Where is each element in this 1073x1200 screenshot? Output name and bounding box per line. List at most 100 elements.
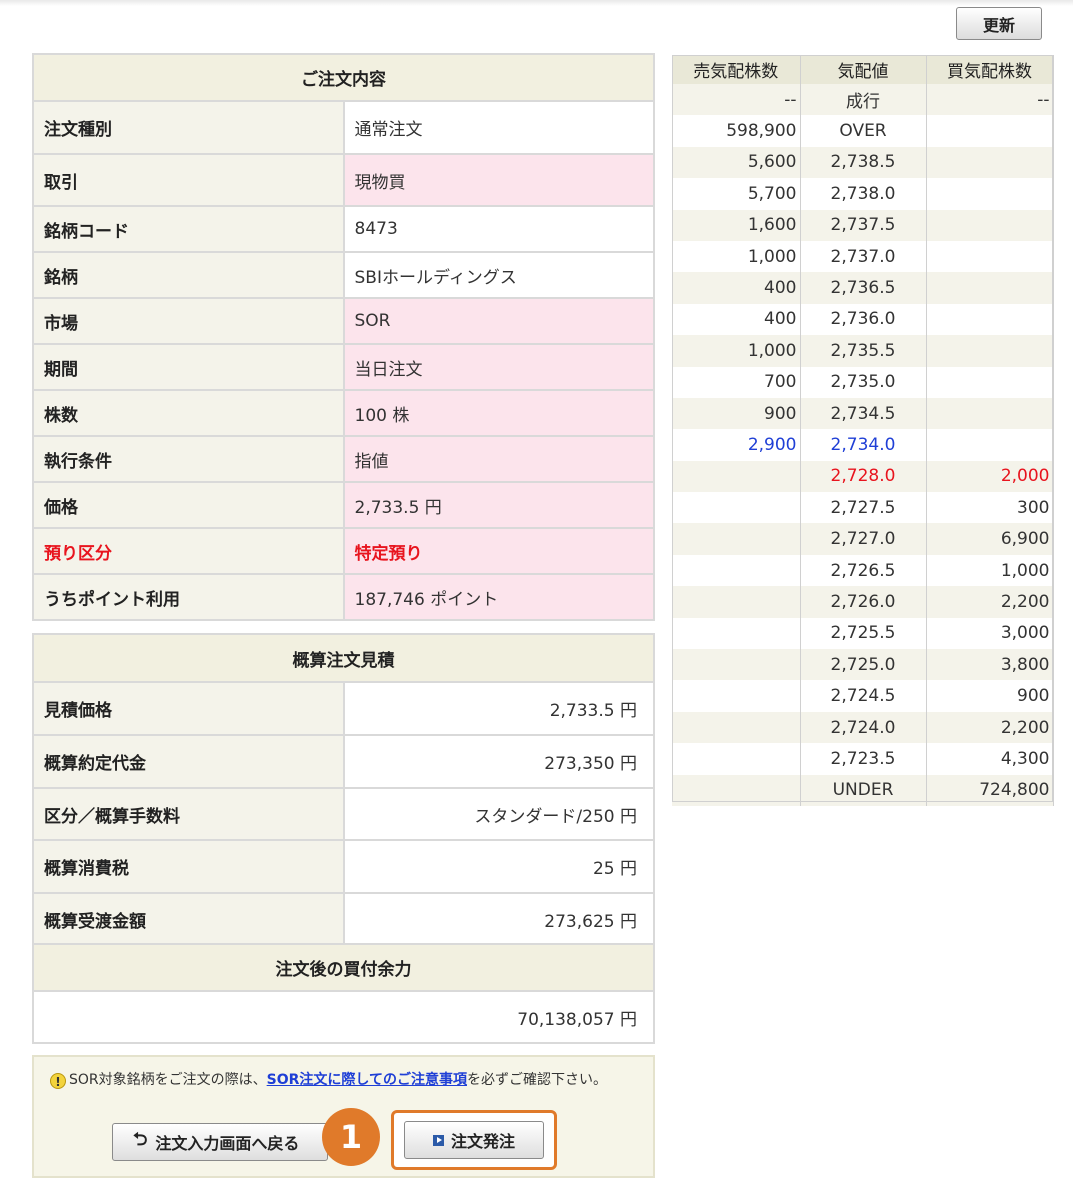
order-book-row: 2,725.5 3,000 (672, 617, 1054, 650)
price-cell: 2,724.5 (800, 680, 927, 712)
buy-qty-cell (926, 366, 1054, 398)
price-cell: 2,736.5 (800, 272, 927, 304)
order-book-table: 売気配株数 気配値 買気配株数 -- 成行 -- 598,900 OVER 5,600 2,… (672, 55, 1054, 806)
buy-qty-cell: 4,300 (926, 743, 1054, 775)
order-value: 8473 (342, 205, 655, 253)
back-button-label: 注文入力画面へ戻る (155, 1134, 300, 1153)
order-label: 株数 (32, 389, 345, 437)
order-book-row: 2,726.0 2,200 (672, 586, 1054, 618)
order-value: SOR (342, 297, 655, 345)
order-label: 銘柄コード (32, 205, 345, 253)
price-cell: 2,727.0 (800, 523, 927, 555)
order-book-row: 2,727.5 300 (672, 492, 1054, 524)
buy-qty-cell: -- (926, 84, 1054, 116)
sell-qty-cell (672, 523, 801, 555)
order-value: 2,733.5 円 (342, 481, 655, 529)
play-icon (432, 1134, 444, 1146)
order-value: 特定預り (342, 527, 655, 575)
estimate-label: 区分／概算手数料 (32, 787, 345, 841)
price-cell: 2,735.5 (800, 335, 927, 367)
estimate-label: 概算受渡金額 (32, 892, 345, 946)
estimate-value: スタンダード/250 円 (342, 787, 655, 841)
order-label: 期間 (32, 343, 345, 391)
price-cell: 2,724.0 (800, 711, 927, 744)
order-book-row: 700 2,735.0 (672, 366, 1054, 398)
sell-qty-cell (672, 586, 801, 618)
buy-qty-cell (926, 335, 1054, 367)
sell-qty-cell: 700 (672, 366, 801, 398)
order-book-row: 5,600 2,738.5 (672, 146, 1054, 179)
order-value: 187,746 ポイント (342, 573, 655, 621)
order-book-row: 1,000 2,737.0 (672, 240, 1054, 273)
price-cell: 2,726.0 (800, 586, 927, 618)
buy-qty-cell: 300 (926, 492, 1054, 524)
order-label: 取引 (32, 153, 345, 207)
buy-qty-cell (926, 303, 1054, 336)
sell-qty-cell: 598,900 (672, 115, 801, 147)
buy-qty-cell (926, 429, 1054, 461)
sell-qty-cell: 400 (672, 272, 801, 304)
buy-qty-cell: 2,200 (926, 586, 1054, 618)
sell-qty-cell: 2,900 (672, 429, 801, 461)
order-book-row: 400 2,736.5 (672, 272, 1054, 304)
buy-qty-cell: 2,000 (926, 460, 1054, 493)
order-book-row: 900 2,734.5 (672, 397, 1054, 430)
buy-qty-cell (926, 209, 1054, 241)
order-book-row: 2,724.0 2,200 (672, 711, 1054, 744)
return-arrow-icon: ⮌ (133, 1129, 148, 1150)
price-cell: UNDER (800, 774, 927, 806)
step-number-badge: 1 (322, 1108, 380, 1166)
buying-power-value: 70,138,057 円 (32, 990, 655, 1044)
price-cell: 2,728.0 (800, 460, 927, 493)
order-label: 注文種別 (32, 100, 345, 155)
buy-qty-cell: 3,000 (926, 617, 1054, 650)
buy-qty-cell: 724,800 (926, 774, 1054, 806)
buy-qty-cell (926, 146, 1054, 179)
buy-qty-cell: 3,800 (926, 649, 1054, 681)
sell-qty-cell (672, 460, 801, 493)
order-book-row: 2,728.0 2,000 (672, 460, 1054, 493)
sell-qty-cell (672, 711, 801, 744)
order-book-row: 400 2,736.0 (672, 303, 1054, 336)
price-cell: 成行 (800, 84, 927, 116)
place-order-button[interactable]: 注文発注 (404, 1121, 544, 1159)
sell-qty-cell (672, 617, 801, 650)
order-value: SBIホールディングス (342, 251, 655, 299)
top-shadow (0, 0, 1073, 6)
estimate-label: 概算約定代金 (32, 734, 345, 789)
sell-qty-header: 売気配株数 (672, 55, 801, 84)
notice-prefix: SOR対象銘柄をご注文の際は、 (69, 1072, 267, 1088)
order-label: 預り区分 (32, 527, 345, 575)
buy-qty-cell: 6,900 (926, 523, 1054, 555)
estimate-label: 見積価格 (32, 681, 345, 736)
order-details-title: ご注文内容 (32, 53, 655, 102)
warning-icon: ! (50, 1073, 66, 1089)
price-cell: 2,726.5 (800, 554, 927, 587)
order-book-row: 1,000 2,735.5 (672, 335, 1054, 367)
order-book-row: -- 成行 -- (672, 84, 1054, 116)
order-details-table: ご注文内容 注文種別 通常注文 取引 現物買 銘柄コード 8473 銘柄 SBIホールデ… (32, 53, 655, 621)
order-book-row: 598,900 OVER (672, 115, 1054, 147)
sell-qty-cell: -- (672, 84, 801, 116)
buying-power-table: 注文後の買付余力 70,138,057 円 (32, 943, 655, 1044)
sor-notice-link[interactable]: SOR注文に際してのご注意事項 (267, 1072, 467, 1088)
sell-qty-cell (672, 680, 801, 712)
buy-qty-cell (926, 115, 1054, 147)
back-to-order-entry-button[interactable]: ⮌ 注文入力画面へ戻る (112, 1123, 328, 1161)
price-cell: 2,735.0 (800, 366, 927, 398)
buy-qty-header: 買気配株数 (926, 55, 1054, 84)
order-book-row: 2,723.5 4,300 (672, 743, 1054, 775)
estimate-label: 概算消費税 (32, 839, 345, 894)
order-value: 100 株 (342, 389, 655, 437)
price-cell: 2,738.5 (800, 146, 927, 179)
sell-qty-cell (672, 492, 801, 524)
price-cell: 2,725.5 (800, 617, 927, 650)
order-value: 指値 (342, 435, 655, 483)
buying-power-title: 注文後の買付余力 (32, 943, 655, 992)
notice-panel: ! SOR対象銘柄をご注文の際は、SOR注文に際してのご注意事項を必ずご確認下さい… (32, 1055, 655, 1178)
price-cell: 2,736.0 (800, 303, 927, 336)
estimate-title: 概算注文見積 (32, 633, 655, 683)
price-cell: 2,725.0 (800, 649, 927, 681)
refresh-button[interactable]: 更新 (956, 7, 1042, 40)
price-cell: 2,737.0 (800, 240, 927, 273)
